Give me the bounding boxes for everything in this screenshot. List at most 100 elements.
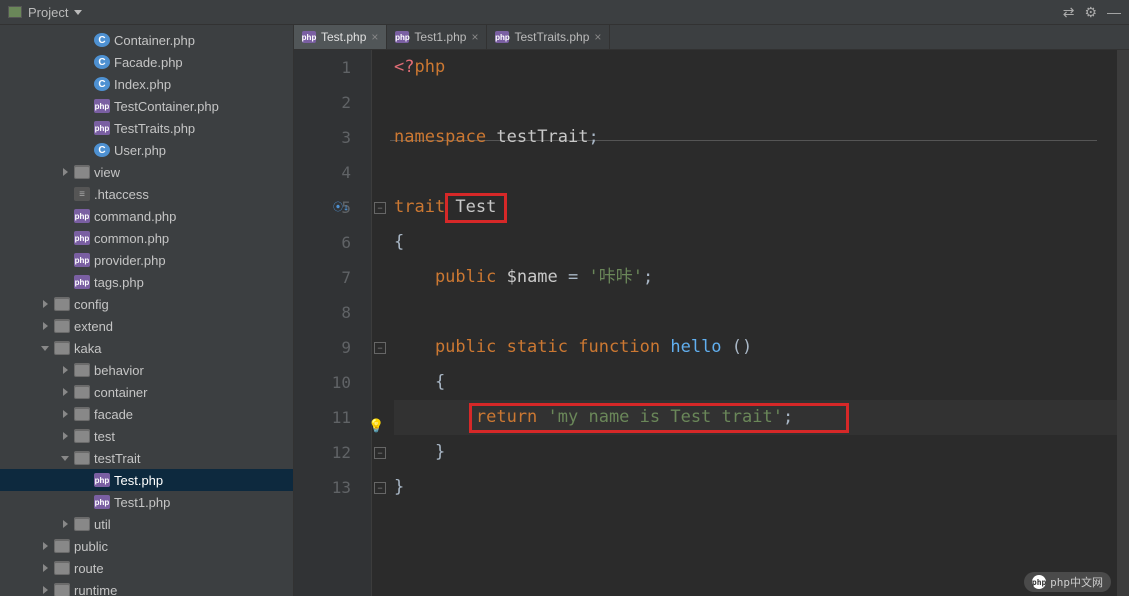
tree-item-route[interactable]: route <box>0 557 293 579</box>
tree-item-config[interactable]: config <box>0 293 293 315</box>
tab-test1-php[interactable]: phpTest1.php× <box>387 25 487 49</box>
gutter-line[interactable]: 8 <box>294 295 351 330</box>
close-icon[interactable]: × <box>471 30 478 44</box>
tree-item-test1-php[interactable]: phpTest1.php <box>0 491 293 513</box>
tree-arrow-icon[interactable] <box>60 409 70 419</box>
tree-item-util[interactable]: util <box>0 513 293 535</box>
code-token: ; <box>783 407 793 427</box>
php-icon: php <box>94 473 110 487</box>
tree-item-facade[interactable]: facade <box>0 403 293 425</box>
folder-icon <box>74 363 90 377</box>
code-token: php <box>414 57 445 77</box>
tree-arrow-icon[interactable] <box>40 563 50 573</box>
code-token: ; <box>643 267 653 287</box>
tree-item-view[interactable]: view <box>0 161 293 183</box>
tree-item--htaccess[interactable]: ≡.htaccess <box>0 183 293 205</box>
tree-item-facade-php[interactable]: CFacade.php <box>0 51 293 73</box>
tree-item-runtime[interactable]: runtime <box>0 579 293 596</box>
tree-item-testcontainer-php[interactable]: php TestContainer.php <box>0 95 293 117</box>
tree-item-container[interactable]: container <box>0 381 293 403</box>
bulb-icon[interactable]: 💡 <box>368 409 384 444</box>
tree-item-user-php[interactable]: C User.php <box>0 139 293 161</box>
vertical-scrollbar[interactable] <box>1117 50 1129 596</box>
gutter-line[interactable]: 12 <box>294 435 351 470</box>
close-icon[interactable]: × <box>371 30 378 44</box>
gutter-line[interactable]: 5⦿↓ <box>294 190 351 225</box>
tree-arrow-icon[interactable] <box>40 343 50 353</box>
settings-slider-icon[interactable]: ⇄ <box>1063 4 1075 21</box>
tree-item-container-php[interactable]: CContainer.php <box>0 29 293 51</box>
tree-arrow-icon[interactable] <box>40 585 50 595</box>
tree-item-testtrait[interactable]: testTrait <box>0 447 293 469</box>
gutter-line[interactable]: 2 <box>294 85 351 120</box>
fold-mark-icon[interactable]: − <box>374 482 386 494</box>
project-label[interactable]: Project <box>28 5 68 20</box>
tree-arrow-icon[interactable] <box>60 519 70 529</box>
tree-item-public[interactable]: public <box>0 535 293 557</box>
gutter-line[interactable]: 1 <box>294 50 351 85</box>
tree-arrow-icon[interactable] <box>60 431 70 441</box>
gutter-line[interactable]: 4 <box>294 155 351 190</box>
fold-mark-icon[interactable]: − <box>374 447 386 459</box>
tree-item-label: TestContainer.php <box>114 99 219 114</box>
gutter-line[interactable]: 11 <box>294 400 351 435</box>
close-icon[interactable]: × <box>594 30 601 44</box>
tree-item-behavior[interactable]: behavior <box>0 359 293 381</box>
tree-arrow-icon[interactable] <box>40 299 50 309</box>
gutter-line[interactable]: 9 <box>294 330 351 365</box>
tree-item-index-php[interactable]: CIndex.php <box>0 73 293 95</box>
php-c-icon: C <box>94 77 110 91</box>
tab-testtraits-php[interactable]: phpTestTraits.php× <box>487 25 610 49</box>
watermark-label: php中文网 <box>1050 574 1103 590</box>
chevron-down-icon[interactable] <box>74 10 82 15</box>
tree-item-command-php[interactable]: phpcommand.php <box>0 205 293 227</box>
php-c-icon: C <box>94 143 110 157</box>
tree-item-provider-php[interactable]: phpprovider.php <box>0 249 293 271</box>
folder-icon <box>54 297 70 311</box>
tree-arrow-icon <box>80 497 90 507</box>
tab-test-php[interactable]: phpTest.php× <box>294 25 387 49</box>
tree-item-label: User.php <box>114 143 166 158</box>
fold-mark-icon[interactable]: − <box>374 342 386 354</box>
gutter-line[interactable]: 13 <box>294 470 351 505</box>
code-token: = <box>558 267 589 287</box>
code-token: testTrait <box>486 127 588 147</box>
override-marker-icon[interactable]: ⦿↓ <box>333 190 349 225</box>
gutter-line[interactable]: 7 <box>294 260 351 295</box>
gear-icon[interactable]: ⚙ <box>1084 4 1097 21</box>
tree-item-kaka[interactable]: kaka <box>0 337 293 359</box>
tree-item-test-php[interactable]: phpTest.php <box>0 469 293 491</box>
code-token: Test <box>445 197 496 217</box>
tree-arrow-icon[interactable] <box>60 387 70 397</box>
code-token: <? <box>394 57 414 77</box>
tab-label: Test1.php <box>414 30 466 44</box>
code-token: { <box>394 372 445 392</box>
tree-arrow-icon[interactable] <box>40 321 50 331</box>
tree-item-label: public <box>74 539 108 554</box>
gutter-line[interactable]: 3 <box>294 120 351 155</box>
php-icon: php <box>94 121 110 135</box>
tree-item-test[interactable]: test <box>0 425 293 447</box>
tree-item-tags-php[interactable]: phptags.php <box>0 271 293 293</box>
code-editor[interactable]: <?php namespace testTrait; trait Test { … <box>390 50 1117 596</box>
gutter-line[interactable]: 10 <box>294 365 351 400</box>
tree-item-label: view <box>94 165 120 180</box>
fold-mark-icon[interactable]: − <box>374 202 386 214</box>
tree-arrow-icon[interactable] <box>60 453 70 463</box>
php-icon: php <box>94 99 110 113</box>
collapse-icon[interactable]: — <box>1107 4 1121 20</box>
tree-arrow-icon <box>60 211 70 221</box>
tree-arrow-icon[interactable] <box>60 365 70 375</box>
code-token: namespace <box>394 127 486 147</box>
tree-arrow-icon[interactable] <box>40 541 50 551</box>
tree-item-extend[interactable]: extend <box>0 315 293 337</box>
tree-item-common-php[interactable]: phpcommon.php <box>0 227 293 249</box>
tree-arrow-icon[interactable] <box>60 167 70 177</box>
project-tree[interactable]: CContainer.phpCFacade.phpCIndex.phpphpTe… <box>0 25 294 596</box>
gutter-line[interactable]: 6 <box>294 225 351 260</box>
php-icon: php <box>302 31 316 43</box>
tree-item-testtraits-php[interactable]: phpTestTraits.php <box>0 117 293 139</box>
php-icon: php <box>74 231 90 245</box>
tree-arrow-icon <box>80 35 90 45</box>
folder-icon <box>74 517 90 531</box>
